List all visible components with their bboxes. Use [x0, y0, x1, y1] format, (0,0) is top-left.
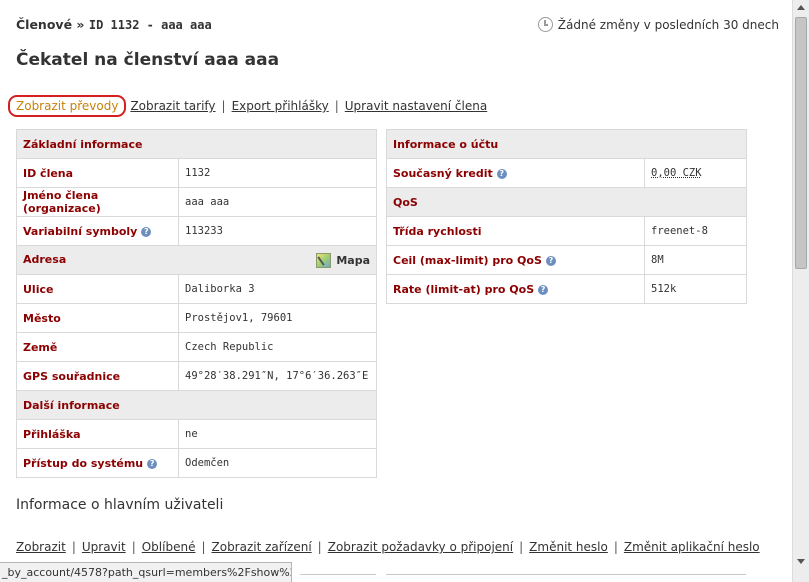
- table-row: Jméno člena (organizace) aaa aaa: [16, 187, 378, 217]
- main-user-title: Informace o hlavním uživateli: [16, 497, 224, 513]
- rate-label: Rate (limit-at) pro QoS: [393, 282, 535, 296]
- table-row: Přístup do systému? Odemčen: [16, 448, 378, 478]
- speed-class-value: freenet-8: [644, 216, 747, 246]
- page-title: Čekatel na členství aaa aaa: [16, 50, 280, 70]
- rate-cell: Rate (limit-at) pro QoS?: [386, 274, 645, 304]
- rate-value: 512k: [644, 274, 747, 304]
- credit-label: Současný kredit: [393, 166, 493, 180]
- clock-icon: [537, 17, 553, 32]
- scrollbar-thumb[interactable]: [795, 17, 807, 269]
- show-user-link[interactable]: Zobrazit: [16, 540, 66, 554]
- address-header: Adresa: [23, 252, 67, 266]
- system-access-cell: Přístup do systému?: [16, 448, 179, 478]
- table-row: Ulice Daliborka 3: [16, 274, 378, 304]
- help-icon[interactable]: ?: [538, 284, 549, 295]
- scroll-down-icon[interactable]: [797, 559, 805, 564]
- table-row: Ceil (max-limit) pro QoS? 8M: [386, 245, 747, 275]
- scroll-up-icon[interactable]: [797, 5, 805, 10]
- separator: |: [71, 540, 76, 554]
- separator: |: [221, 99, 226, 113]
- separator: |: [334, 99, 339, 113]
- table-row: Variabilní symboly? 113233: [16, 216, 378, 246]
- separator: |: [131, 540, 136, 554]
- basic-info-table: Základní informace ID člena 1132 Jméno č…: [15, 129, 378, 478]
- separator: |: [201, 540, 206, 554]
- table-row: GPS souřadnice 49°28′38.291″N, 17°6′36.2…: [16, 361, 378, 391]
- basic-info-header: Základní informace: [15, 129, 378, 159]
- member-id-value: 1132: [177, 158, 378, 188]
- table-row: ID člena 1132: [16, 158, 378, 188]
- gps-label: GPS souřadnice: [16, 361, 179, 391]
- table-row: Rate (limit-at) pro QoS? 512k: [386, 274, 747, 304]
- edit-user-link[interactable]: Upravit: [82, 540, 126, 554]
- street-value: Daliborka 3: [177, 274, 378, 304]
- breadcrumb: Členové » ID 1132 - aaa aaa: [16, 17, 212, 32]
- table-row: Země Czech Republic: [16, 332, 378, 362]
- city-label: Město: [16, 303, 179, 333]
- ceil-label: Ceil (max-limit) pro QoS: [393, 253, 542, 267]
- address-header-cell: Adresa Mapa: [15, 245, 378, 275]
- table-row: Současný kredit? 0,00 CZK: [386, 158, 747, 188]
- divider: [386, 574, 746, 575]
- map-link[interactable]: Mapa: [316, 252, 371, 268]
- separator: |: [317, 540, 322, 554]
- member-name-label: Jméno člena (organizace): [16, 187, 179, 217]
- map-icon: [316, 252, 332, 268]
- member-name-value: aaa aaa: [177, 187, 378, 217]
- show-devices-link[interactable]: Zobrazit zařízení: [212, 540, 312, 554]
- account-info-table: Informace o účtu Současný kredit? 0,00 C…: [386, 129, 747, 304]
- variable-symbols-value: 113233: [177, 216, 378, 246]
- separator: |: [613, 540, 618, 554]
- system-access-value: Odemčen: [177, 448, 378, 478]
- city-value: Prostějov1, 79601: [177, 303, 378, 333]
- change-password-link[interactable]: Změnit heslo: [529, 540, 608, 554]
- account-info-header: Informace o účtu: [386, 129, 747, 159]
- application-label: Přihláška: [16, 419, 179, 449]
- status-bar: _by_account/4578?path_qsurl=members%2Fsh…: [0, 562, 292, 582]
- table-row: Třída rychlosti freenet-8: [386, 216, 747, 246]
- application-value: ne: [177, 419, 378, 449]
- favorites-link[interactable]: Oblíbené: [142, 540, 196, 554]
- change-app-password-link[interactable]: Změnit aplikační heslo: [624, 540, 760, 554]
- map-link-label: Mapa: [336, 253, 371, 267]
- help-icon[interactable]: ?: [147, 458, 158, 469]
- country-value: Czech Republic: [177, 332, 378, 362]
- separator: |: [519, 540, 524, 554]
- variable-symbols-cell: Variabilní symboly?: [16, 216, 179, 246]
- breadcrumb-separator: »: [76, 17, 85, 32]
- export-application-link[interactable]: Export přihlášky: [232, 99, 329, 113]
- help-icon[interactable]: ?: [545, 255, 556, 266]
- credit-value-cell: 0,00 CZK: [644, 158, 747, 188]
- vertical-scrollbar[interactable]: [792, 0, 809, 582]
- other-info-header: Další informace: [15, 390, 378, 420]
- breadcrumb-detail: ID 1132 - aaa aaa: [88, 18, 212, 32]
- credit-cell: Současný kredit?: [386, 158, 645, 188]
- table-row: Město Prostějov1, 79601: [16, 303, 378, 333]
- speed-class-label: Třída rychlosti: [386, 216, 645, 246]
- system-access-label: Přístup do systému: [23, 456, 144, 470]
- show-transfers-link[interactable]: Zobrazit převody: [8, 95, 127, 117]
- street-label: Ulice: [16, 274, 179, 304]
- changes-notice-text: Žádné změny v posledních 30 dnech: [557, 17, 779, 32]
- changes-notice: Žádné změny v posledních 30 dnech: [537, 17, 779, 32]
- action-links: Zobrazit převody Zobrazit tarify | Expor…: [8, 95, 487, 117]
- help-icon[interactable]: ?: [141, 226, 152, 237]
- country-label: Země: [16, 332, 179, 362]
- breadcrumb-section[interactable]: Členové: [16, 17, 72, 32]
- credit-value: 0,00 CZK: [651, 167, 702, 179]
- divider: [300, 574, 376, 575]
- member-id-label: ID člena: [16, 158, 179, 188]
- qos-header: QoS: [386, 187, 747, 217]
- edit-member-settings-link[interactable]: Upravit nastavení člena: [345, 99, 487, 113]
- gps-value: 49°28′38.291″N, 17°6′36.263″E: [177, 361, 378, 391]
- variable-symbols-label: Variabilní symboly: [23, 224, 138, 238]
- main-user-links: Zobrazit | Upravit | Oblíbené | Zobrazit…: [16, 540, 760, 554]
- table-row: Přihláška ne: [16, 419, 378, 449]
- ceil-cell: Ceil (max-limit) pro QoS?: [386, 245, 645, 275]
- show-connection-requests-link[interactable]: Zobrazit požadavky o připojení: [328, 540, 513, 554]
- help-icon[interactable]: ?: [496, 168, 507, 179]
- ceil-value: 8M: [644, 245, 747, 275]
- show-tariffs-link[interactable]: Zobrazit tarify: [130, 99, 215, 113]
